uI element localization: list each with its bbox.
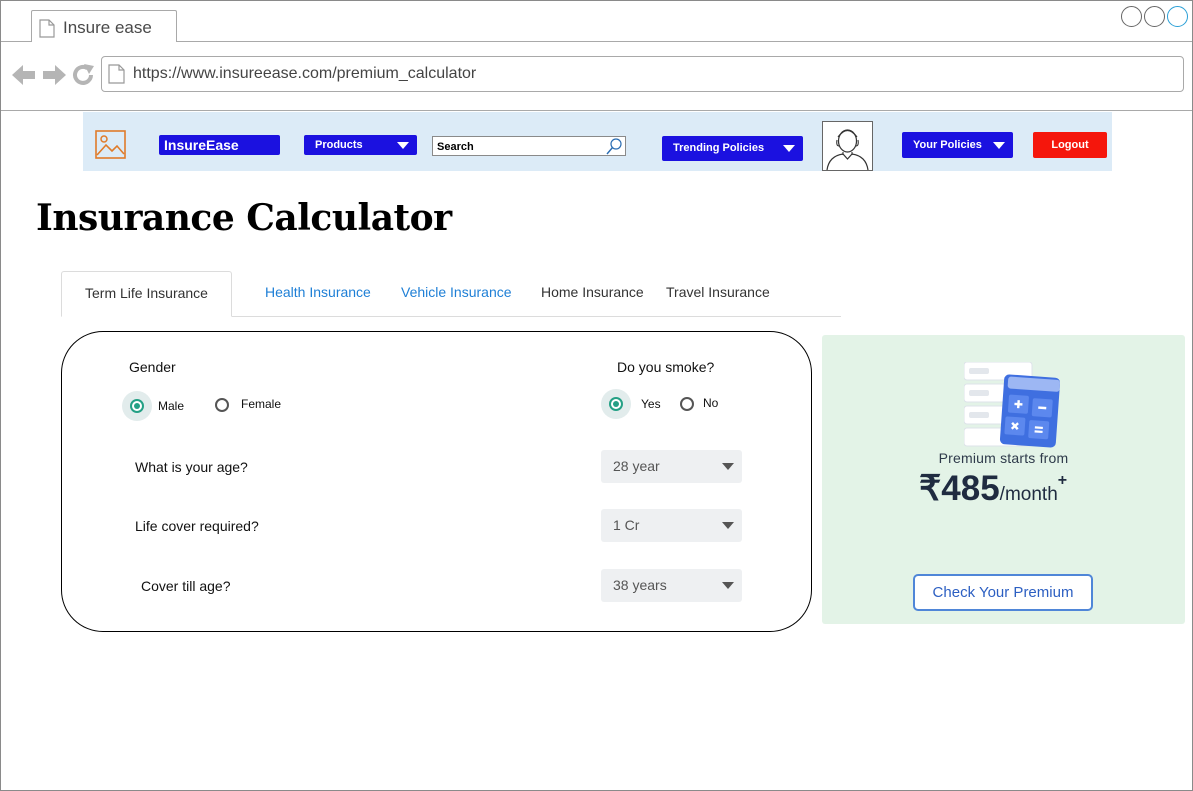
page-title: Insurance Calculator (36, 197, 452, 239)
your-policies-label: Your Policies (913, 139, 982, 151)
search-icon[interactable] (606, 138, 622, 160)
forward-arrow-icon[interactable] (42, 65, 66, 90)
tab-term-life-insurance[interactable]: Term Life Insurance (61, 271, 232, 317)
premium-period: /month (999, 484, 1058, 505)
window-minimize-button[interactable] (1121, 6, 1142, 27)
cover-till-value: 38 years (613, 577, 667, 593)
gender-female-radio[interactable] (215, 398, 229, 412)
browser-tab-title: Insure ease (63, 18, 152, 37)
chevron-down-icon (722, 522, 734, 529)
premium-amount-value: ₹485 (919, 469, 1000, 508)
browser-tabbar: Insure ease (1, 1, 1192, 43)
calculator-form: Gender Male Female Do you smoke? Yes No … (61, 331, 812, 632)
gender-female-label: Female (241, 397, 282, 411)
your-policies-dropdown[interactable]: Your Policies (902, 132, 1013, 158)
products-label: Products (315, 139, 363, 151)
life-cover-value: 1 Cr (613, 517, 640, 533)
window-controls (1121, 6, 1188, 27)
search-input[interactable] (433, 138, 593, 156)
life-cover-label: Life cover required? (135, 518, 259, 534)
reload-icon[interactable] (72, 63, 96, 92)
premium-amount: ₹485/month+ (919, 469, 1067, 509)
smoke-no-radio[interactable] (680, 397, 694, 411)
address-bar[interactable]: https://www.insureease.com/premium_calcu… (101, 56, 1184, 92)
image-icon (95, 130, 126, 164)
window-close-button[interactable] (1167, 6, 1188, 27)
tab-travel-insurance[interactable]: Travel Insurance (666, 284, 770, 300)
trending-policies-dropdown[interactable]: Trending Policies (662, 136, 803, 161)
gender-label: Gender (129, 359, 176, 375)
products-dropdown[interactable]: Products (304, 135, 417, 155)
chevron-down-icon (397, 142, 409, 149)
tab-home-insurance[interactable]: Home Insurance (541, 284, 644, 300)
tab-vehicle-insurance[interactable]: Vehicle Insurance (401, 284, 512, 300)
trending-policies-label: Trending Policies (673, 142, 765, 154)
user-avatar-icon[interactable] (822, 121, 873, 171)
smoke-no-label: No (703, 396, 719, 410)
calculator-icon (963, 361, 1061, 453)
gender-male-radio[interactable] (130, 399, 144, 413)
premium-card: Premium starts from ₹485/month+ Check Yo… (822, 335, 1185, 624)
life-cover-select[interactable]: 1 Cr (601, 509, 742, 542)
smoke-yes-radio[interactable] (609, 397, 623, 411)
age-label: What is your age? (135, 459, 248, 475)
url-text: https://www.insureease.com/premium_calcu… (133, 65, 477, 82)
chevron-down-icon (993, 142, 1005, 149)
logout-button[interactable]: Logout (1033, 132, 1107, 158)
check-premium-button[interactable]: Check Your Premium (913, 574, 1093, 611)
tab-health-insurance[interactable]: Health Insurance (265, 284, 371, 300)
browser-navbar: https://www.insureease.com/premium_calcu… (1, 42, 1192, 111)
cover-till-label: Cover till age? (141, 578, 231, 594)
chevron-down-icon (783, 145, 795, 152)
age-select[interactable]: 28 year (601, 450, 742, 483)
premium-plus-mark: + (1057, 472, 1068, 489)
search-field[interactable] (432, 136, 626, 156)
chevron-down-icon (722, 582, 734, 589)
cover-till-select[interactable]: 38 years (601, 569, 742, 602)
premium-label: Premium starts from (938, 450, 1069, 466)
page-icon (108, 64, 125, 89)
browser-tab[interactable]: Insure ease (31, 10, 177, 43)
window-maximize-button[interactable] (1144, 6, 1165, 27)
chevron-down-icon (722, 463, 734, 470)
insurance-tabs: Term Life Insurance Health Insurance Veh… (61, 271, 841, 317)
brand-logo[interactable]: InsureEase (159, 135, 280, 155)
age-value: 28 year (613, 458, 660, 474)
back-arrow-icon[interactable] (12, 65, 36, 90)
smoke-yes-label: Yes (641, 397, 661, 411)
smoke-label: Do you smoke? (617, 359, 715, 375)
page-icon (39, 19, 55, 43)
browser-window: Insure ease https://www.insureease.com/p… (0, 0, 1193, 791)
gender-male-label: Male (158, 399, 185, 413)
site-header: InsureEase Products Trending Policies Yo… (83, 112, 1112, 171)
